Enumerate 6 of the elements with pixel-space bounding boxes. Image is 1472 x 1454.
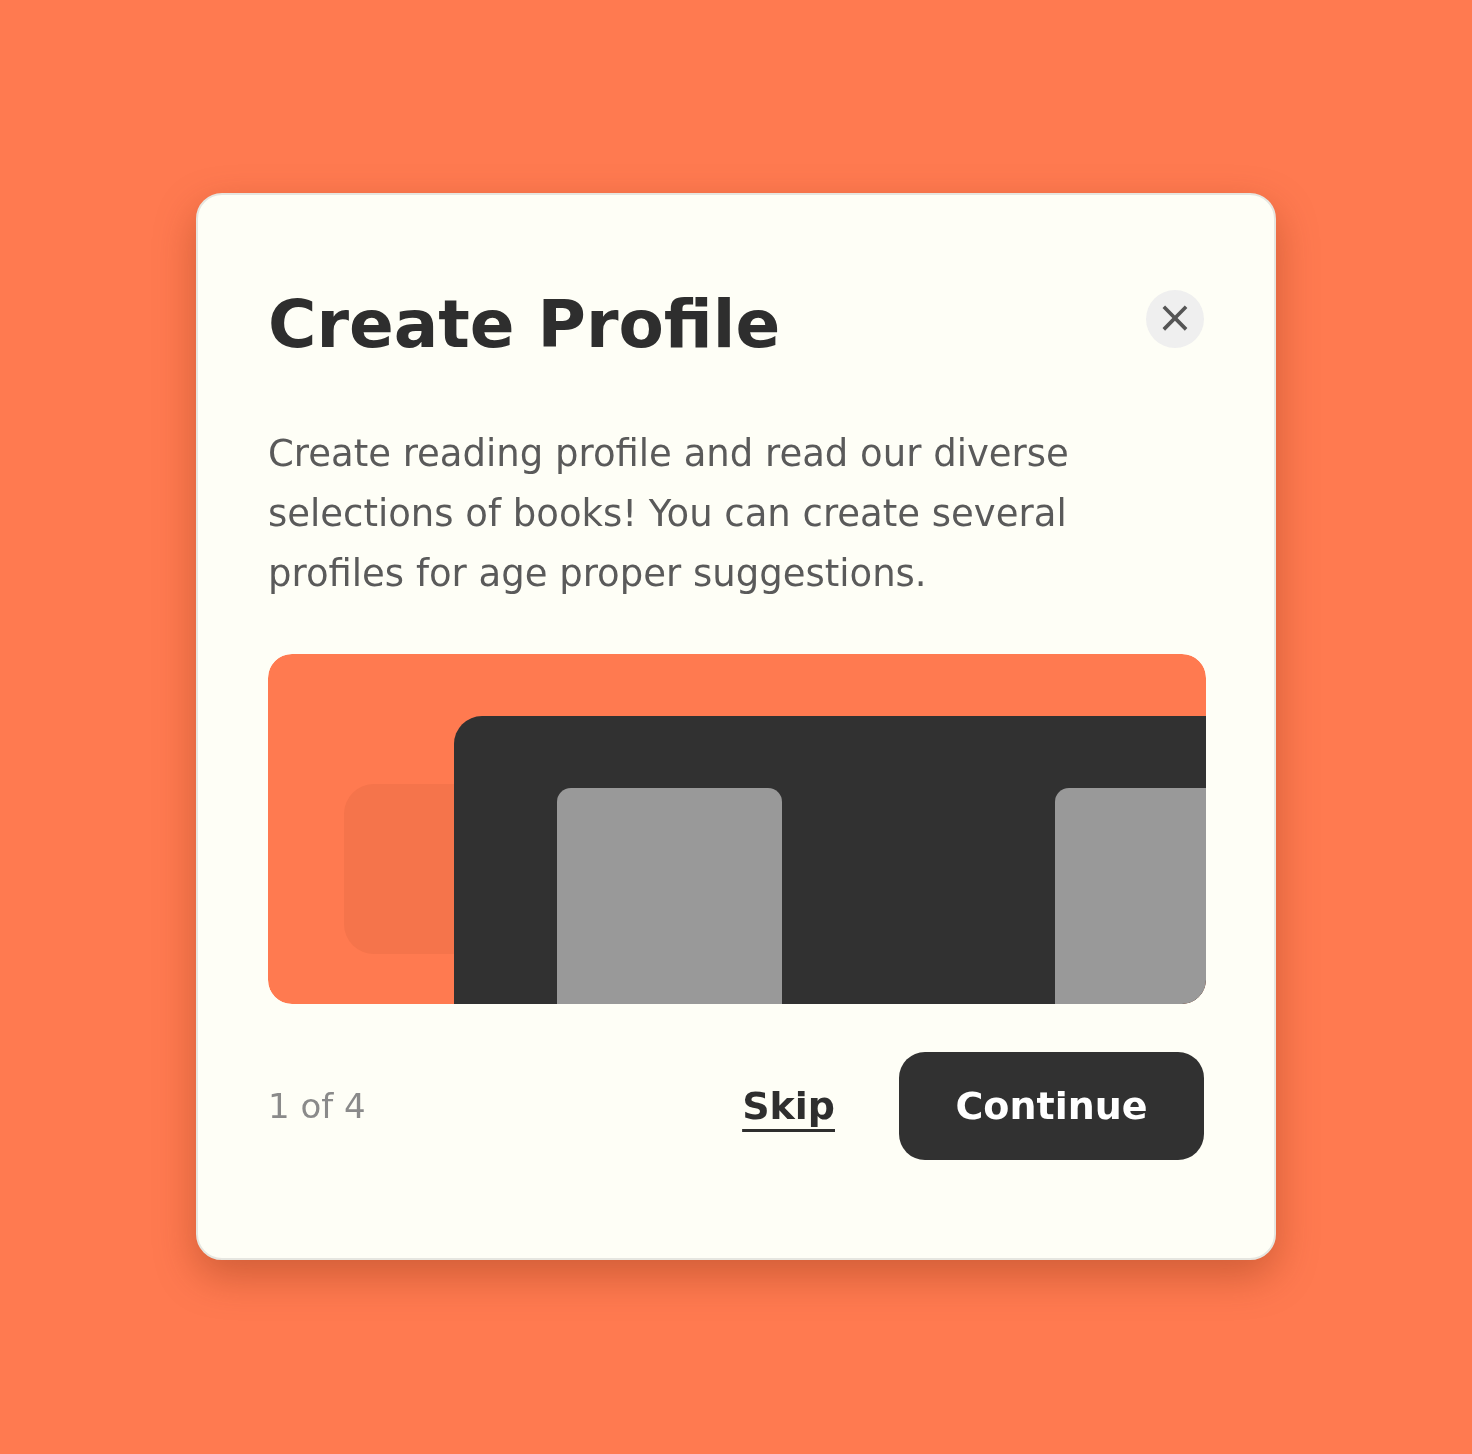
skip-link[interactable]: Skip <box>742 1077 835 1135</box>
step-counter: 1 of 4 <box>268 1084 366 1128</box>
dialog-title: Create Profile <box>268 285 781 365</box>
description-text: Create reading profile and read our diverse selections of books! You can create several profiles for age proper suggestions. <box>268 431 1070 598</box>
close-button[interactable]: × <box>1146 290 1204 348</box>
continue-button[interactable]: Continue <box>899 1052 1204 1161</box>
